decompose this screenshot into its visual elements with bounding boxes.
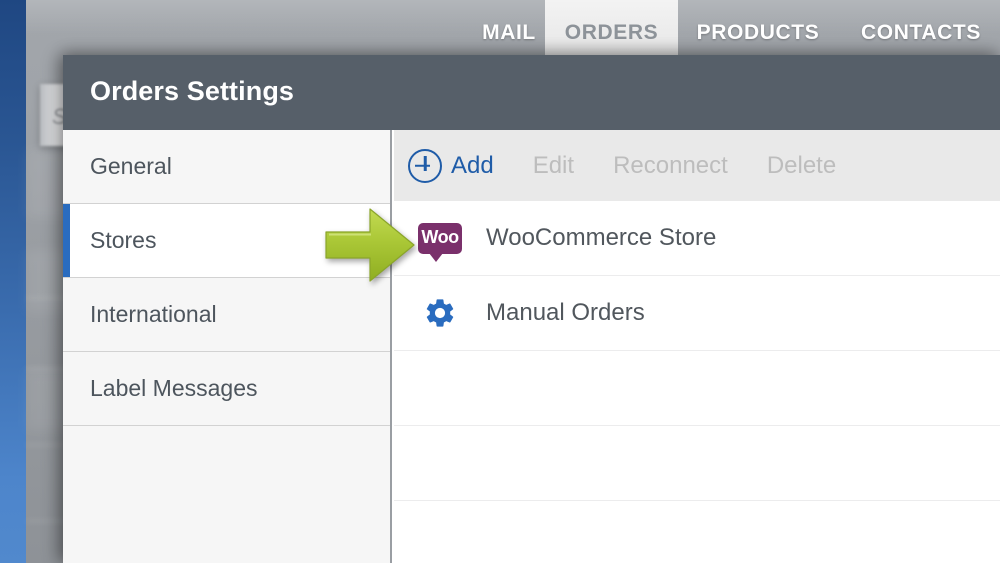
plus-circle-icon [408,148,442,183]
tab-contacts-label: CONTACTS [861,21,981,44]
store-name: Manual Orders [486,299,645,326]
sidebar-item-label: Label Messages [90,375,258,401]
stores-toolbar: Add Edit Reconnect Delete [394,130,1000,201]
sidebar-item-general[interactable]: General [63,130,390,204]
table-row[interactable]: Manual Orders [394,276,1000,351]
dialog-body: General Stores International Label Messa… [63,130,1000,563]
background-left-rail [0,0,26,563]
sidebar-item-label: Stores [90,227,157,253]
table-row-empty [394,501,1000,563]
sidebar-item-stores[interactable]: Stores [63,204,390,278]
dialog-header: Orders Settings [63,55,1000,130]
store-name: WooCommerce Store [486,224,717,251]
gear-icon [426,299,454,327]
add-button-label: Add [451,151,494,179]
woocommerce-icon-text: Woo [421,227,459,247]
stores-content-pane: Add Edit Reconnect Delete Woo WooCommerc… [394,130,1000,563]
screenshot-root: S MAIL ORDERS PRODUCTS CONTACTS Orders S… [0,0,1000,563]
store-icon-cell: Woo [394,222,486,262]
sidebar-item-international[interactable]: International [63,278,390,352]
table-row[interactable]: Woo WooCommerce Store [394,201,1000,276]
reconnect-button-label: Reconnect [613,151,728,179]
edit-button-label: Edit [532,151,575,179]
tab-products-label: PRODUCTS [696,21,820,44]
delete-button-label: Delete [766,151,837,179]
table-row-empty [394,351,1000,426]
edit-button[interactable]: Edit [533,152,574,180]
store-icon-cell [394,296,486,330]
reconnect-button[interactable]: Reconnect [613,152,728,180]
woocommerce-icon: Woo [418,222,462,262]
sidebar-item-label: International [90,301,217,327]
add-button[interactable]: Add [408,148,494,183]
tab-mail-label: MAIL [482,21,536,44]
tab-orders-label: ORDERS [564,21,659,44]
sidebar-item-label-messages[interactable]: Label Messages [63,352,390,426]
dialog-title: Orders Settings [90,76,295,106]
delete-button[interactable]: Delete [767,152,836,180]
sidebar-item-label: General [90,153,172,179]
settings-nav: General Stores International Label Messa… [63,130,392,563]
orders-settings-dialog: Orders Settings General Stores Internati… [63,55,1000,563]
table-row-empty [394,426,1000,501]
stores-list: Woo WooCommerce Store Manual Orders [394,201,1000,563]
sidebar-empty-area [63,426,390,563]
